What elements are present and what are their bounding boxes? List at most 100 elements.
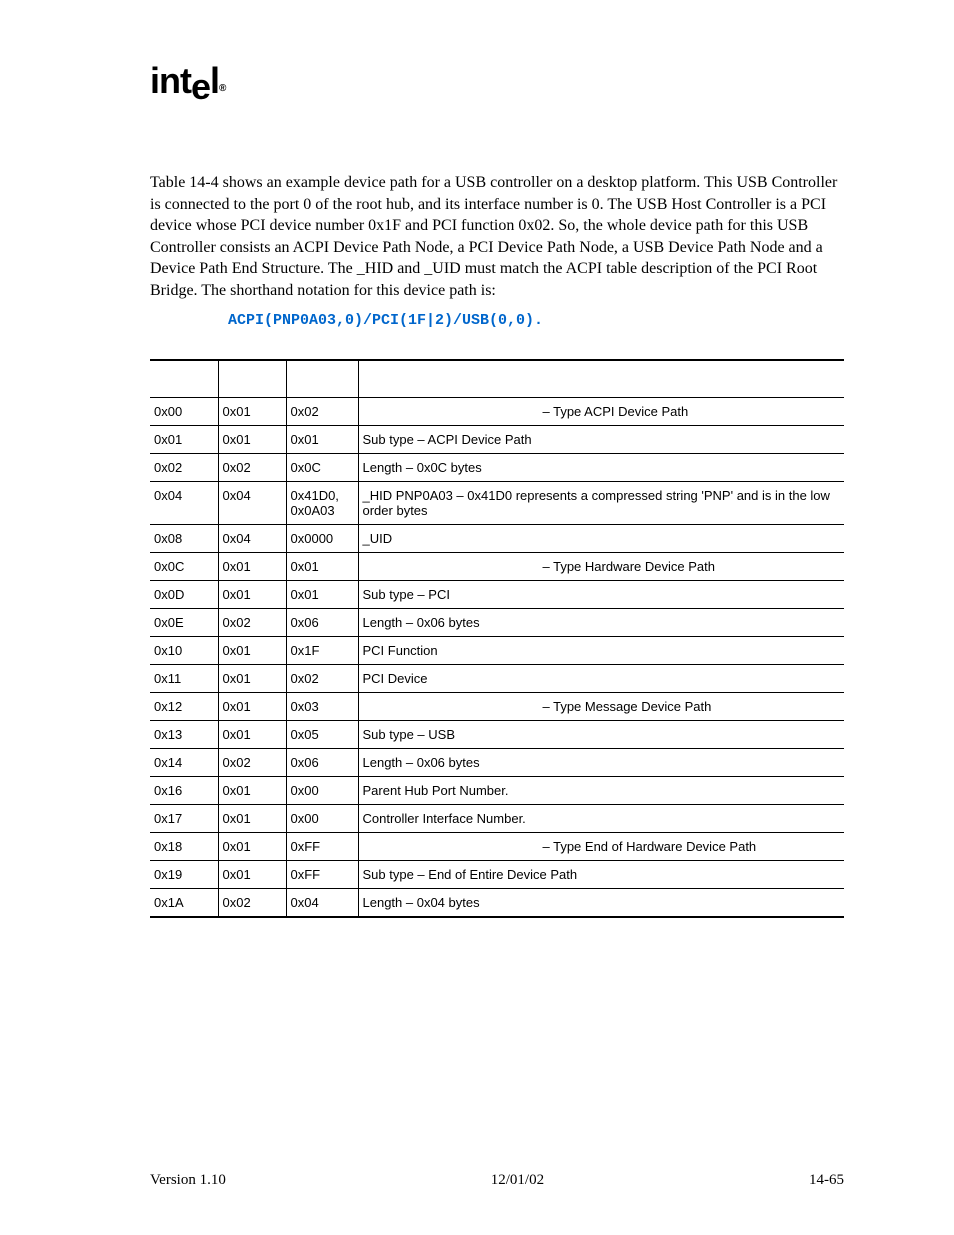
cell-length: 0x01	[218, 805, 286, 833]
table-header	[286, 360, 358, 398]
cell-description: _HID PNP0A03 – 0x41D0 represents a compr…	[358, 482, 844, 525]
table-row: 0x040x040x41D0, 0x0A03_HID PNP0A03 – 0x4…	[150, 482, 844, 525]
table-header	[150, 360, 218, 398]
cell-description: – Type ACPI Device Path	[358, 398, 844, 426]
cell-value: 0x02	[286, 398, 358, 426]
table-row: 0x080x040x0000_UID	[150, 525, 844, 553]
footer-page: 14-65	[809, 1172, 844, 1189]
table-row: 0x0E0x020x06Length – 0x06 bytes	[150, 609, 844, 637]
cell-description: Sub type – ACPI Device Path	[358, 426, 844, 454]
cell-value: 0x06	[286, 609, 358, 637]
cell-offset: 0x08	[150, 525, 218, 553]
cell-length: 0x04	[218, 525, 286, 553]
cell-offset: 0x11	[150, 665, 218, 693]
cell-description: PCI Function	[358, 637, 844, 665]
cell-value: 0xFF	[286, 861, 358, 889]
cell-offset: 0x14	[150, 749, 218, 777]
cell-value: 0x03	[286, 693, 358, 721]
table-row: 0x180x010xFF– Type End of Hardware Devic…	[150, 833, 844, 861]
cell-offset: 0x1A	[150, 889, 218, 918]
cell-offset: 0x0D	[150, 581, 218, 609]
cell-description: Parent Hub Port Number.	[358, 777, 844, 805]
cell-value: 0x01	[286, 581, 358, 609]
cell-length: 0x01	[218, 426, 286, 454]
cell-value: 0x01	[286, 553, 358, 581]
cell-offset: 0x10	[150, 637, 218, 665]
cell-value: 0x1F	[286, 637, 358, 665]
cell-offset: 0x19	[150, 861, 218, 889]
cell-length: 0x02	[218, 454, 286, 482]
cell-value: 0x05	[286, 721, 358, 749]
cell-length: 0x01	[218, 665, 286, 693]
page-footer: Version 1.10 12/01/02 14-65	[150, 1172, 844, 1189]
cell-description: Sub type – End of Entire Device Path	[358, 861, 844, 889]
cell-description: Sub type – USB	[358, 721, 844, 749]
cell-value: 0x04	[286, 889, 358, 918]
table-row: 0x000x010x02– Type ACPI Device Path	[150, 398, 844, 426]
cell-length: 0x01	[218, 777, 286, 805]
table-row: 0x100x010x1FPCI Function	[150, 637, 844, 665]
cell-length: 0x01	[218, 581, 286, 609]
device-path-notation: ACPI(PNP0A03,0)/PCI(1F|2)/USB(0,0).	[228, 312, 844, 329]
cell-value: 0x06	[286, 749, 358, 777]
device-path-table: 0x000x010x02– Type ACPI Device Path0x010…	[150, 359, 844, 919]
cell-description: – Type Message Device Path	[358, 693, 844, 721]
cell-length: 0x02	[218, 749, 286, 777]
cell-length: 0x02	[218, 889, 286, 918]
cell-description: _UID	[358, 525, 844, 553]
cell-description: Controller Interface Number.	[358, 805, 844, 833]
table-row: 0x0D0x010x01Sub type – PCI	[150, 581, 844, 609]
cell-value: 0x00	[286, 777, 358, 805]
cell-offset: 0x01	[150, 426, 218, 454]
cell-value: 0x0C	[286, 454, 358, 482]
cell-value: 0x0000	[286, 525, 358, 553]
cell-offset: 0x02	[150, 454, 218, 482]
table-row: 0x170x010x00Controller Interface Number.	[150, 805, 844, 833]
cell-description: Length – 0x0C bytes	[358, 454, 844, 482]
cell-length: 0x02	[218, 609, 286, 637]
table-row: 0x010x010x01Sub type – ACPI Device Path	[150, 426, 844, 454]
cell-length: 0x04	[218, 482, 286, 525]
cell-value: 0x00	[286, 805, 358, 833]
footer-date: 12/01/02	[491, 1172, 544, 1189]
cell-description: PCI Device	[358, 665, 844, 693]
cell-offset: 0x13	[150, 721, 218, 749]
cell-length: 0x01	[218, 721, 286, 749]
cell-offset: 0x04	[150, 482, 218, 525]
cell-offset: 0x0E	[150, 609, 218, 637]
cell-length: 0x01	[218, 398, 286, 426]
body-paragraph: Table 14-4 shows an example device path …	[150, 172, 844, 302]
cell-offset: 0x0C	[150, 553, 218, 581]
table-header	[218, 360, 286, 398]
cell-length: 0x01	[218, 637, 286, 665]
cell-value: 0xFF	[286, 833, 358, 861]
cell-offset: 0x16	[150, 777, 218, 805]
table-row: 0x140x020x06Length – 0x06 bytes	[150, 749, 844, 777]
intel-logo: intel®	[150, 60, 844, 102]
footer-version: Version 1.10	[150, 1172, 226, 1189]
table-header-row	[150, 360, 844, 398]
table-row: 0x0C0x010x01– Type Hardware Device Path	[150, 553, 844, 581]
table-row: 0x110x010x02PCI Device	[150, 665, 844, 693]
table-row: 0x1A0x020x04Length – 0x04 bytes	[150, 889, 844, 918]
cell-offset: 0x00	[150, 398, 218, 426]
cell-value: 0x02	[286, 665, 358, 693]
table-row: 0x190x010xFFSub type – End of Entire Dev…	[150, 861, 844, 889]
cell-description: Length – 0x06 bytes	[358, 609, 844, 637]
cell-length: 0x01	[218, 693, 286, 721]
cell-description: Sub type – PCI	[358, 581, 844, 609]
cell-offset: 0x18	[150, 833, 218, 861]
cell-value: 0x01	[286, 426, 358, 454]
table-row: 0x160x010x00Parent Hub Port Number.	[150, 777, 844, 805]
table-header	[358, 360, 844, 398]
cell-offset: 0x17	[150, 805, 218, 833]
cell-length: 0x01	[218, 553, 286, 581]
cell-offset: 0x12	[150, 693, 218, 721]
cell-description: – Type End of Hardware Device Path	[358, 833, 844, 861]
cell-value: 0x41D0, 0x0A03	[286, 482, 358, 525]
cell-length: 0x01	[218, 861, 286, 889]
cell-length: 0x01	[218, 833, 286, 861]
table-row: 0x120x010x03– Type Message Device Path	[150, 693, 844, 721]
cell-description: – Type Hardware Device Path	[358, 553, 844, 581]
cell-description: Length – 0x04 bytes	[358, 889, 844, 918]
